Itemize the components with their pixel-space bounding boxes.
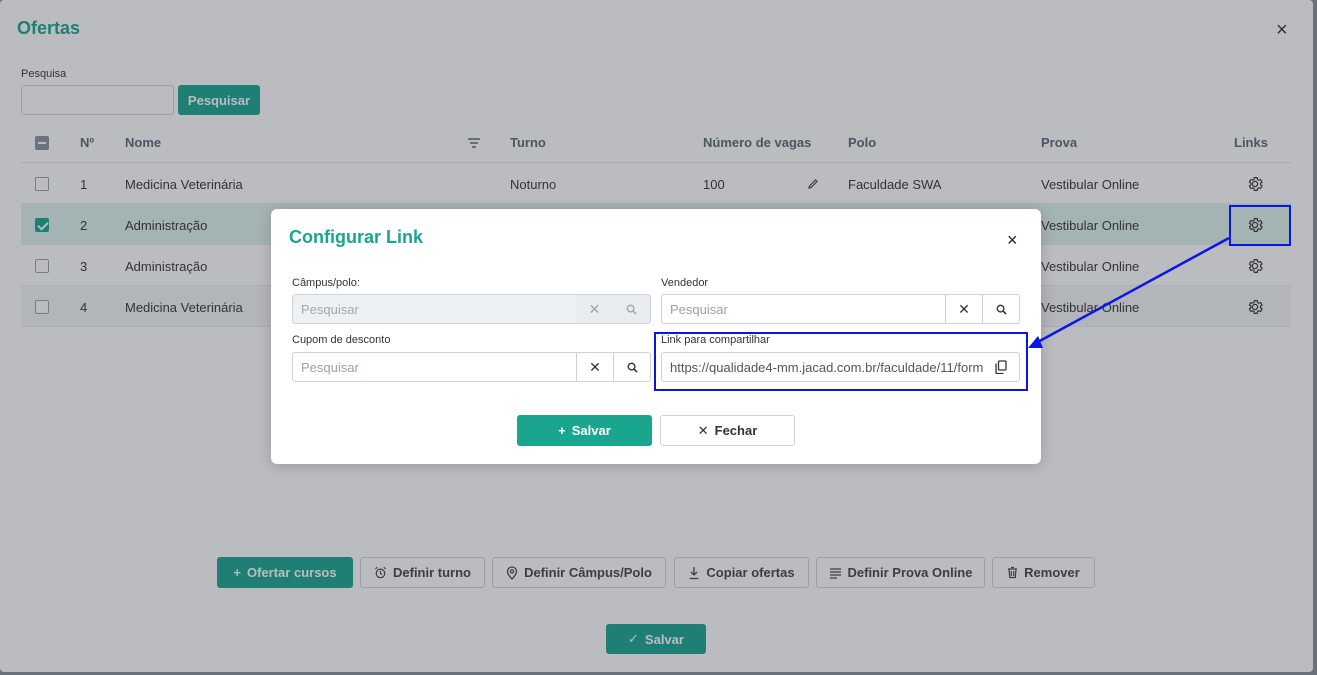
row-checkbox[interactable] — [35, 300, 49, 314]
clear-icon[interactable]: ✕ — [576, 353, 613, 381]
campus-input: Pesquisar — [301, 301, 359, 317]
row-checkbox[interactable] — [35, 177, 49, 191]
table-row[interactable]: 1 Medicina Veterinária Noturno 100 Facul… — [21, 163, 1291, 204]
pencil-icon[interactable] — [807, 178, 819, 190]
campus-field: Pesquisar ✕ — [292, 294, 651, 324]
modal-save-button[interactable]: + Salvar — [517, 415, 652, 446]
clear-icon: ✕ — [576, 295, 613, 323]
plus-icon: + — [233, 565, 241, 580]
definir-turno-button[interactable]: Definir turno — [360, 557, 485, 588]
search-icon[interactable] — [982, 295, 1019, 323]
header-num: Nº — [80, 135, 95, 150]
row-name: Medicina Veterinária — [125, 177, 243, 192]
table-header: Nº Nome Turno Número de vagas Polo Prova… — [21, 122, 1291, 163]
row-prova: Vestibular Online — [1041, 300, 1140, 315]
campus-label: Câmpus/polo: — [292, 277, 360, 289]
gear-icon[interactable] — [1246, 175, 1264, 193]
search-icon — [613, 295, 650, 323]
row-num: 3 — [80, 259, 88, 274]
alarm-clock-icon — [375, 566, 386, 579]
row-num: 2 — [80, 218, 88, 233]
copy-icon[interactable] — [983, 353, 1019, 381]
close-icon[interactable]: × — [1007, 231, 1018, 249]
vendedor-label: Vendedor — [661, 277, 709, 289]
list-icon — [829, 567, 841, 579]
row-num: 4 — [80, 300, 88, 315]
search-input[interactable] — [21, 85, 174, 115]
close-icon: ✕ — [697, 422, 709, 438]
location-pin-icon — [506, 565, 518, 580]
trash-icon — [1008, 566, 1018, 579]
search-icon[interactable] — [613, 353, 650, 381]
download-icon — [689, 566, 699, 579]
header-turno: Turno — [510, 135, 546, 150]
modal-title: Configurar Link — [289, 227, 423, 247]
ofertar-cursos-button[interactable]: + Ofertar cursos — [217, 557, 353, 588]
row-polo: Faculdade SWA — [848, 177, 942, 192]
definir-campus-button[interactable]: Definir Câmpus/Polo — [492, 557, 666, 588]
header-links: Links — [1234, 135, 1268, 150]
cupom-field[interactable]: Pesquisar ✕ — [292, 352, 651, 382]
vendedor-input[interactable]: Pesquisar — [662, 295, 945, 323]
filter-icon[interactable] — [467, 137, 481, 149]
gear-icon[interactable] — [1246, 216, 1264, 234]
row-turno: Noturno — [510, 177, 557, 192]
row-prova: Vestibular Online — [1041, 177, 1140, 192]
cupom-input[interactable]: Pesquisar — [293, 353, 576, 381]
gear-icon[interactable] — [1246, 257, 1264, 275]
cupom-label: Cupom de desconto — [292, 334, 391, 346]
check-icon: ✓ — [628, 631, 639, 646]
clear-icon[interactable]: ✕ — [945, 295, 982, 323]
row-checkbox[interactable] — [35, 259, 49, 273]
definir-prova-button[interactable]: Definir Prova Online — [816, 557, 985, 588]
header-name: Nome — [125, 135, 162, 150]
vendedor-field[interactable]: Pesquisar ✕ — [661, 294, 1020, 324]
row-checkbox[interactable] — [35, 218, 49, 232]
row-name: Administração — [125, 259, 208, 274]
link-label: Link para compartilhar — [661, 334, 770, 346]
header-vagas: Número de vagas — [703, 135, 812, 150]
search-button[interactable]: Pesquisar — [178, 85, 260, 115]
save-button[interactable]: ✓ Salvar — [606, 624, 706, 654]
link-input[interactable]: https://qualidade4-mm.jacad.com.br/facul… — [662, 353, 983, 381]
row-prova: Vestibular Online — [1041, 218, 1140, 233]
page-title: Ofertas — [17, 18, 81, 38]
row-vagas: 100 — [703, 177, 725, 192]
row-prova: Vestibular Online — [1041, 259, 1140, 274]
close-icon[interactable]: × — [1276, 20, 1288, 40]
header-prova: Prova — [1041, 135, 1078, 150]
remover-button[interactable]: Remover — [992, 557, 1095, 588]
row-num: 1 — [80, 177, 88, 192]
row-name: Administração — [125, 218, 208, 233]
header-polo: Polo — [848, 135, 877, 150]
copiar-ofertas-button[interactable]: Copiar ofertas — [674, 557, 809, 588]
gear-icon[interactable] — [1246, 298, 1264, 316]
modal-close-button[interactable]: ✕ Fechar — [660, 415, 795, 446]
row-name: Medicina Veterinária — [125, 300, 243, 315]
plus-icon: + — [558, 423, 566, 438]
configurar-link-modal: Configurar Link × Câmpus/polo: Pesquisar… — [271, 209, 1041, 464]
search-label: Pesquisa — [21, 68, 67, 80]
select-all-checkbox[interactable] — [35, 136, 49, 150]
link-field[interactable]: https://qualidade4-mm.jacad.com.br/facul… — [661, 352, 1020, 382]
